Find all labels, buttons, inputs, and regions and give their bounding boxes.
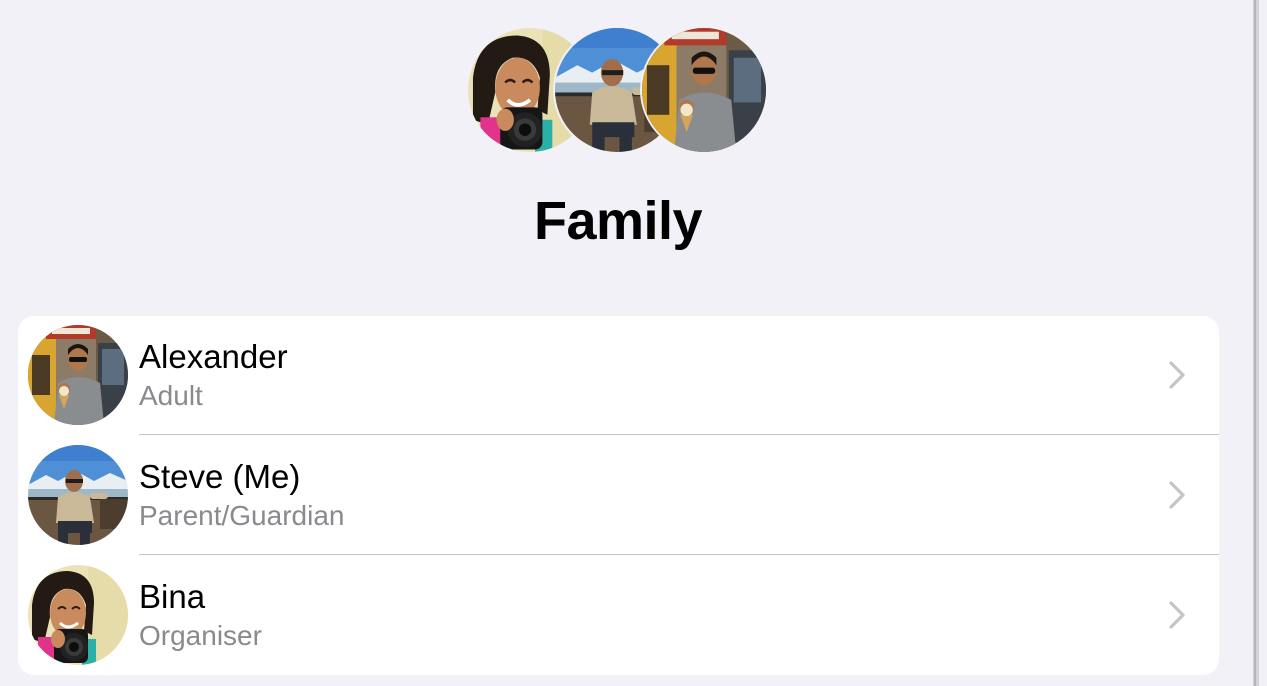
family-avatars (466, 26, 772, 156)
alexander-avatar (28, 325, 128, 425)
alexander-avatar (640, 26, 768, 154)
row-divider (139, 434, 1219, 435)
member-role: Adult (139, 380, 203, 411)
bina-avatar (28, 565, 128, 665)
member-name: Steve (Me) (139, 458, 301, 495)
member-role: Parent/Guardian (139, 500, 345, 531)
family-title: Family (533, 191, 703, 251)
member-row-alexander[interactable]: Alexander Adult (18, 316, 1219, 436)
member-name: Bina (139, 578, 206, 615)
members-list: Alexander Adult Steve (Me) Parent/Guardi… (18, 316, 1219, 675)
member-row-bina[interactable]: Bina Organiser (18, 556, 1219, 675)
member-role: Organiser (139, 620, 262, 651)
member-name: Alexander (139, 338, 288, 375)
row-divider (139, 554, 1219, 555)
chevron-right-icon (1169, 601, 1185, 629)
steve-avatar (28, 445, 128, 545)
scrollbar[interactable] (1253, 0, 1259, 686)
chevron-right-icon (1169, 481, 1185, 509)
member-row-steve[interactable]: Steve (Me) Parent/Guardian (18, 436, 1219, 556)
chevron-right-icon (1169, 361, 1185, 389)
